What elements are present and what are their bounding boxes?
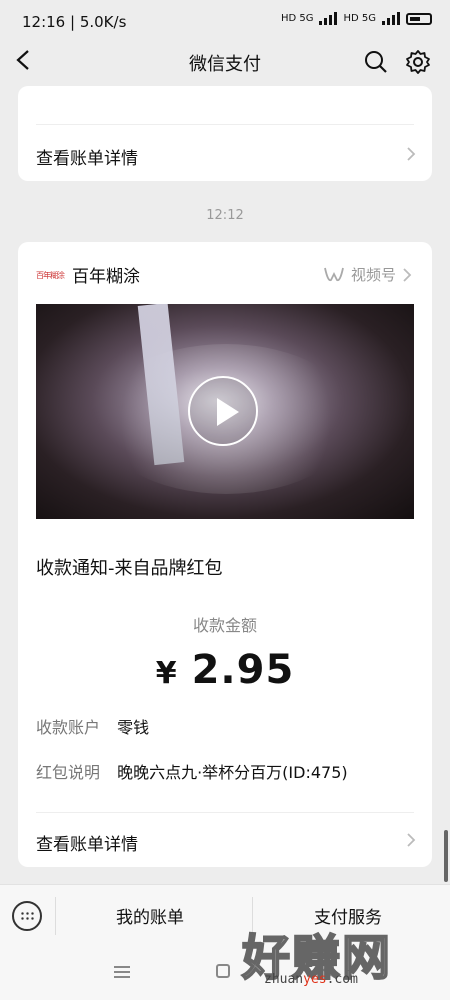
amount-value: ¥2.95 (18, 647, 432, 693)
receive-account-value: 零钱 (117, 718, 150, 737)
previous-message-card: 查看账单详情 (18, 86, 432, 181)
receive-account-row: 收款账户 零钱 (36, 714, 149, 738)
nav-bar: 微信支付 (0, 44, 450, 80)
signal-icon (382, 12, 400, 25)
payment-notice-card[interactable]: 百年糊涂 百年糊涂 视频号 收款通知-来自品牌红包 收款金额 ¥2.95 收款账… (18, 242, 432, 867)
red-packet-note-row: 红包说明 晚晚六点九·举杯分百万(ID:475) (36, 759, 348, 783)
scrollbar[interactable] (444, 830, 448, 882)
brand-header[interactable]: 百年糊涂 百年糊涂 (36, 262, 140, 287)
red-packet-note-value: 晚晚六点九·举杯分百万(ID:475) (117, 763, 348, 782)
menu-payment-services[interactable]: 支付服务 (314, 903, 382, 928)
amount-number: 2.95 (191, 647, 295, 693)
status-time: 12:16 | 5.0K/s (22, 13, 127, 31)
amount-label: 收款金额 (192, 616, 257, 635)
gear-icon[interactable] (404, 48, 432, 76)
chevron-right-icon (407, 833, 416, 847)
video-channel-label: 视频号 (350, 266, 396, 284)
brand-name: 百年糊涂 (72, 267, 140, 287)
view-bill-details-link[interactable]: 查看账单详情 (36, 144, 414, 169)
network-label-1: HD 5G (280, 13, 314, 24)
recent-apps-icon[interactable] (114, 966, 130, 978)
message-timestamp: 12:12 (206, 208, 244, 223)
divider (36, 124, 414, 125)
receive-account-key: 收款账户 (36, 718, 101, 737)
divider (36, 812, 414, 813)
video-channel-link[interactable]: 视频号 (323, 264, 412, 285)
notice-title: 收款通知-来自品牌红包 (36, 558, 223, 579)
currency-symbol: ¥ (155, 656, 178, 691)
search-icon[interactable] (362, 48, 390, 76)
view-bill-details-label: 查看账单详情 (36, 835, 138, 855)
chevron-right-icon (407, 147, 416, 161)
play-button-icon[interactable] (188, 376, 258, 446)
red-packet-note-key: 红包说明 (36, 763, 101, 782)
status-icons: HD 5G HD 5G (281, 12, 432, 25)
system-back-icon[interactable] (322, 962, 334, 978)
signal-icon (319, 12, 338, 25)
keyboard-icon[interactable] (12, 901, 42, 931)
system-nav-bar (0, 946, 450, 1000)
video-thumbnail[interactable] (36, 304, 414, 519)
status-bar: 12:16 | 5.0K/s HD 5G HD 5G (0, 0, 450, 44)
menu-my-bills[interactable]: 我的账单 (116, 903, 184, 928)
bottom-menu-bar: 我的账单 支付服务 (0, 884, 450, 947)
battery-icon (406, 12, 432, 25)
view-bill-details-label: 查看账单详情 (36, 149, 138, 169)
view-bill-details-link[interactable]: 查看账单详情 (36, 830, 414, 855)
brand-logo: 百年糊涂 (36, 270, 65, 280)
network-label-2: HD 5G (343, 13, 376, 24)
video-channel-icon (324, 267, 344, 281)
chevron-right-icon (403, 267, 412, 282)
home-icon[interactable] (216, 964, 230, 978)
